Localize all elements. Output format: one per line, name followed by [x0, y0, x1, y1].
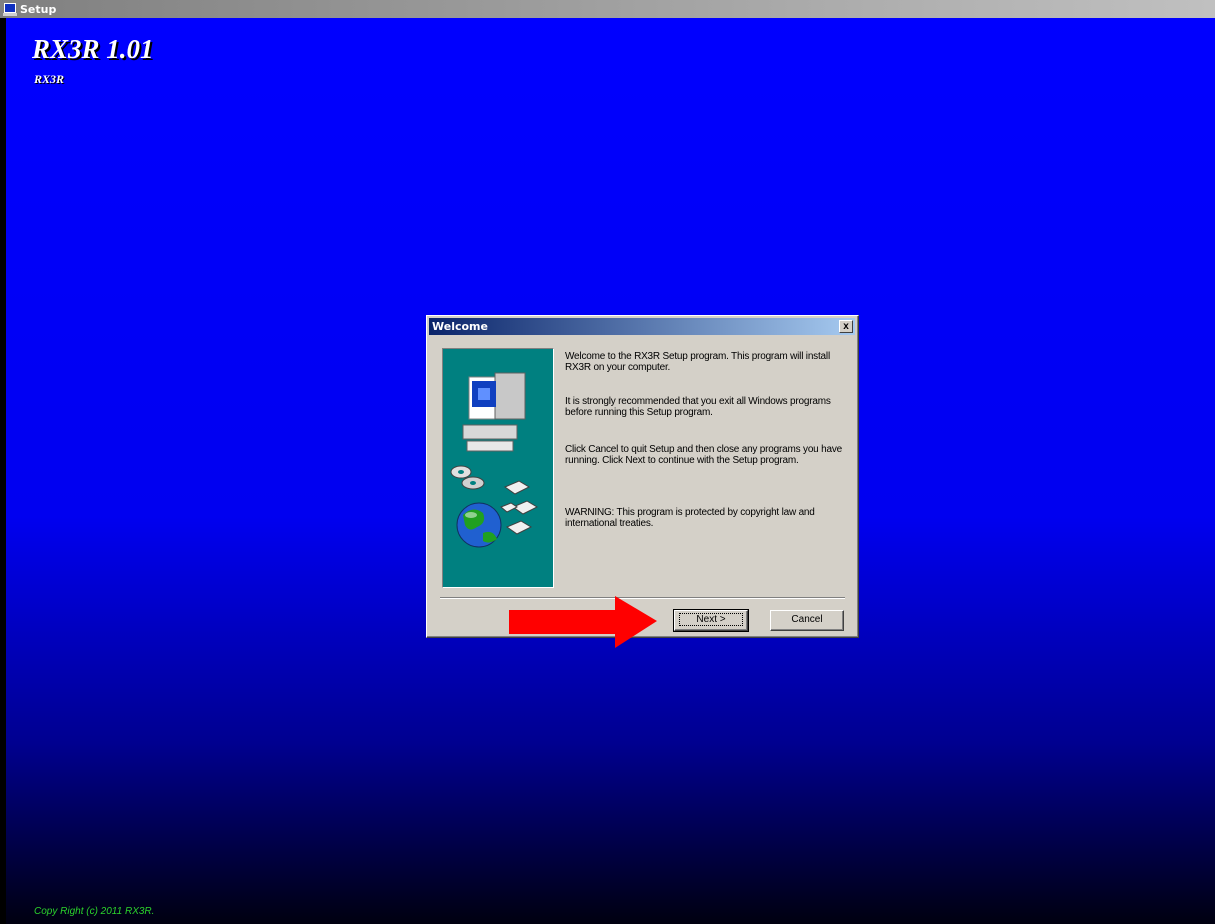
red-arrow-icon [509, 596, 657, 648]
next-button[interactable]: Next > [673, 609, 749, 632]
warning-message: WARNING: This program is protected by co… [565, 507, 815, 529]
window-title: Setup [20, 2, 57, 16]
setup-illustration-panel [442, 348, 554, 588]
cd-icon [450, 465, 485, 490]
globe-icon [456, 502, 502, 548]
welcome-dialog: Welcome x Welcome to the RX3R Setup prog… [426, 315, 859, 638]
next-button-label: Next > [679, 613, 743, 626]
dialog-titlebar[interactable]: Welcome x [429, 318, 855, 335]
installer-title: RX3R 1.01 [32, 34, 154, 64]
close-icon[interactable]: x [839, 320, 853, 333]
dialog-title: Welcome [432, 320, 488, 333]
installer-subtitle: RX3R [34, 72, 65, 86]
cancel-button[interactable]: Cancel [770, 610, 844, 631]
disk-icon [500, 480, 539, 535]
copyright-text: Copy Right (c) 2011 RX3R. [34, 906, 155, 917]
computer-icon [462, 372, 526, 452]
window-titlebar: Setup [0, 0, 1215, 18]
welcome-message: Welcome to the RX3R Setup program. This … [565, 351, 830, 373]
instructions-message: Click Cancel to quit Setup and then clos… [565, 444, 843, 466]
setup-app-icon [3, 2, 17, 16]
recommendation-message: It is strongly recommended that you exit… [565, 396, 831, 418]
